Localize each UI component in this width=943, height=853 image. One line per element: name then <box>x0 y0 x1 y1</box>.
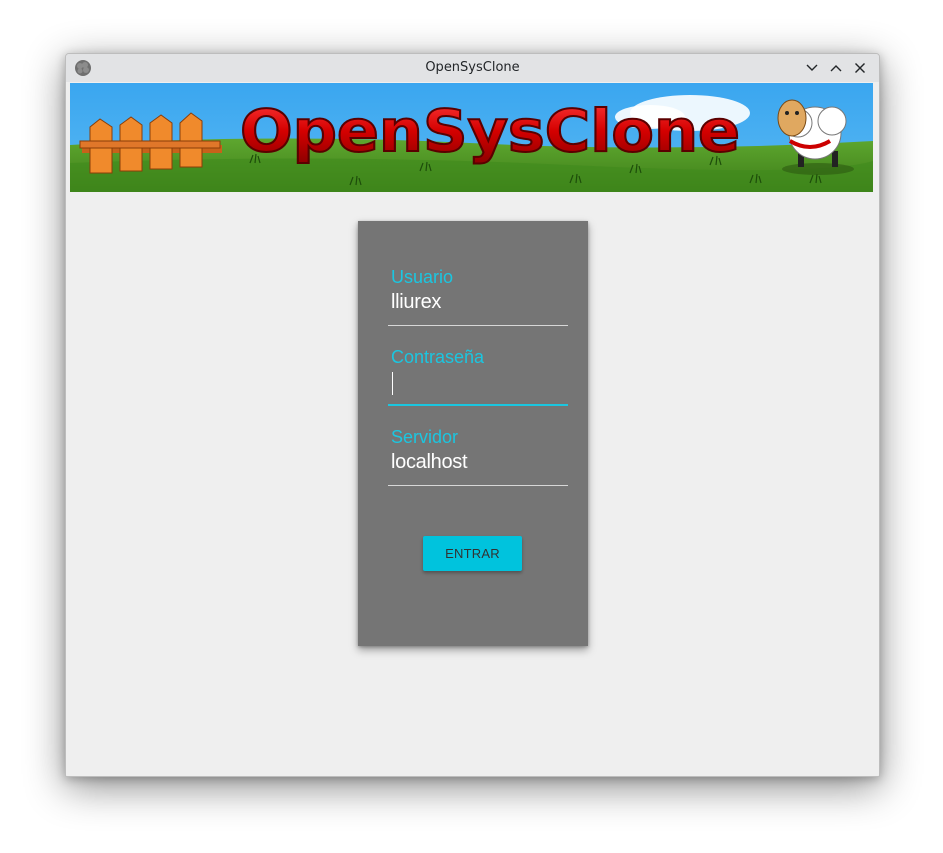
password-input-underline <box>388 404 568 406</box>
main-content: Usuario lliurex Contraseña Servidor loca… <box>66 192 879 776</box>
chevron-down-icon[interactable] <box>804 60 820 76</box>
fence-graphic <box>79 112 222 174</box>
banner: OpenSysClone <box>70 83 873 192</box>
text-caret <box>392 372 393 395</box>
user-input[interactable]: lliurex <box>391 291 441 314</box>
password-label: Contraseña <box>391 347 485 367</box>
app-window: OpenSysClone OpenSysClone Usuario lliure… <box>65 53 880 777</box>
chevron-up-icon[interactable] <box>828 60 844 76</box>
close-icon[interactable] <box>852 60 868 76</box>
password-input[interactable] <box>391 371 561 397</box>
login-card: Usuario lliurex Contraseña Servidor loca… <box>358 221 588 646</box>
banner-image: OpenSysClone <box>70 83 873 192</box>
server-input-underline <box>388 485 568 486</box>
server-label: Servidor <box>391 427 459 447</box>
logo-text: OpenSysClone <box>240 97 740 165</box>
user-label: Usuario <box>391 267 454 287</box>
title-bar[interactable]: OpenSysClone <box>66 54 879 82</box>
server-input[interactable]: localhost <box>391 451 468 474</box>
enter-button[interactable]: ENTRAR <box>423 536 522 571</box>
user-input-underline <box>388 325 568 326</box>
window-title: OpenSysClone <box>425 60 520 75</box>
